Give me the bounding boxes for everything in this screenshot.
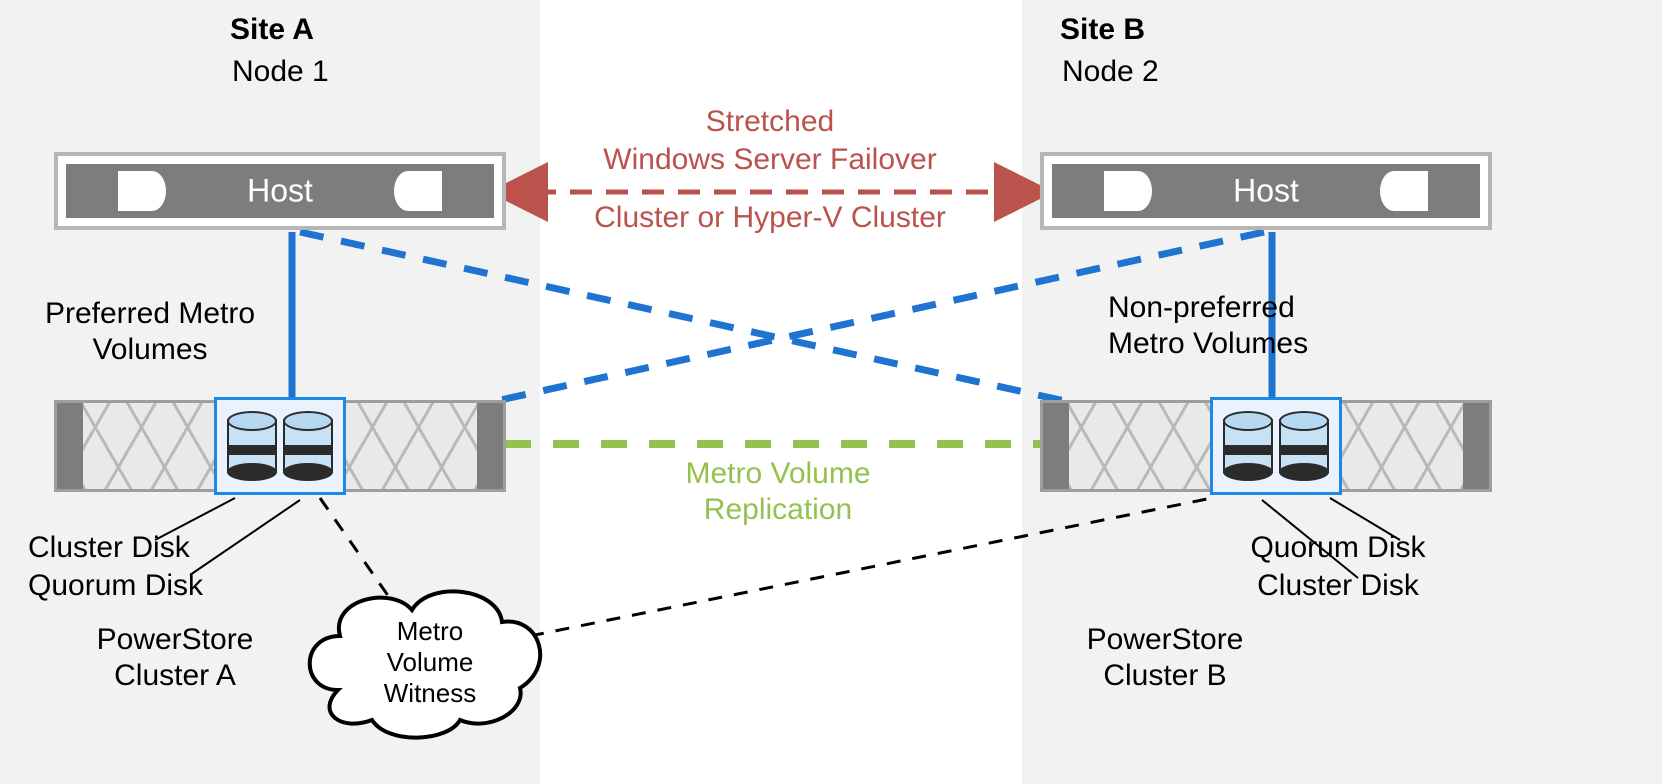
diskbox-b [1210, 397, 1342, 495]
host-node2: Host [1040, 152, 1492, 230]
site-a-title: Site A [230, 12, 314, 48]
disk-icon [227, 411, 277, 481]
stretched-label-3: Cluster or Hyper-V Cluster [555, 200, 985, 236]
host-node1-label: Host [58, 173, 502, 210]
diagram-stage: { "siteA": { "title": "Site A", "node": … [0, 0, 1662, 784]
stretched-label-2: Windows Server Failover [555, 142, 985, 178]
witness-label: MetroVolumeWitness [360, 616, 500, 710]
host-node2-label: Host [1044, 173, 1488, 210]
replication-label: Metro VolumeReplication [668, 456, 888, 528]
powerstore-a-label: PowerStoreCluster A [60, 622, 290, 694]
clusterdisk-b-label: Cluster Disk [1118, 568, 1558, 604]
disk-icon [1223, 411, 1273, 481]
site-b-title: Site B [1060, 12, 1145, 48]
preferred-volumes-label: Preferred MetroVolumes [20, 296, 280, 368]
site-a-node: Node 1 [232, 54, 329, 90]
disk-icon [1279, 411, 1329, 481]
quorumdisk-b-label: Quorum Disk [1118, 530, 1558, 566]
nonpreferred-volumes-label: Non-preferredMetro Volumes [1108, 290, 1328, 362]
diskbox-a [214, 397, 346, 495]
powerstore-b-label: PowerStoreCluster B [1050, 622, 1280, 694]
quorumdisk-a-label: Quorum Disk [28, 568, 203, 604]
host-node1: Host [54, 152, 506, 230]
site-b-node: Node 2 [1062, 54, 1159, 90]
disk-icon [283, 411, 333, 481]
clusterdisk-a-label: Cluster Disk [28, 530, 190, 566]
stretched-label-1: Stretched [600, 104, 940, 140]
